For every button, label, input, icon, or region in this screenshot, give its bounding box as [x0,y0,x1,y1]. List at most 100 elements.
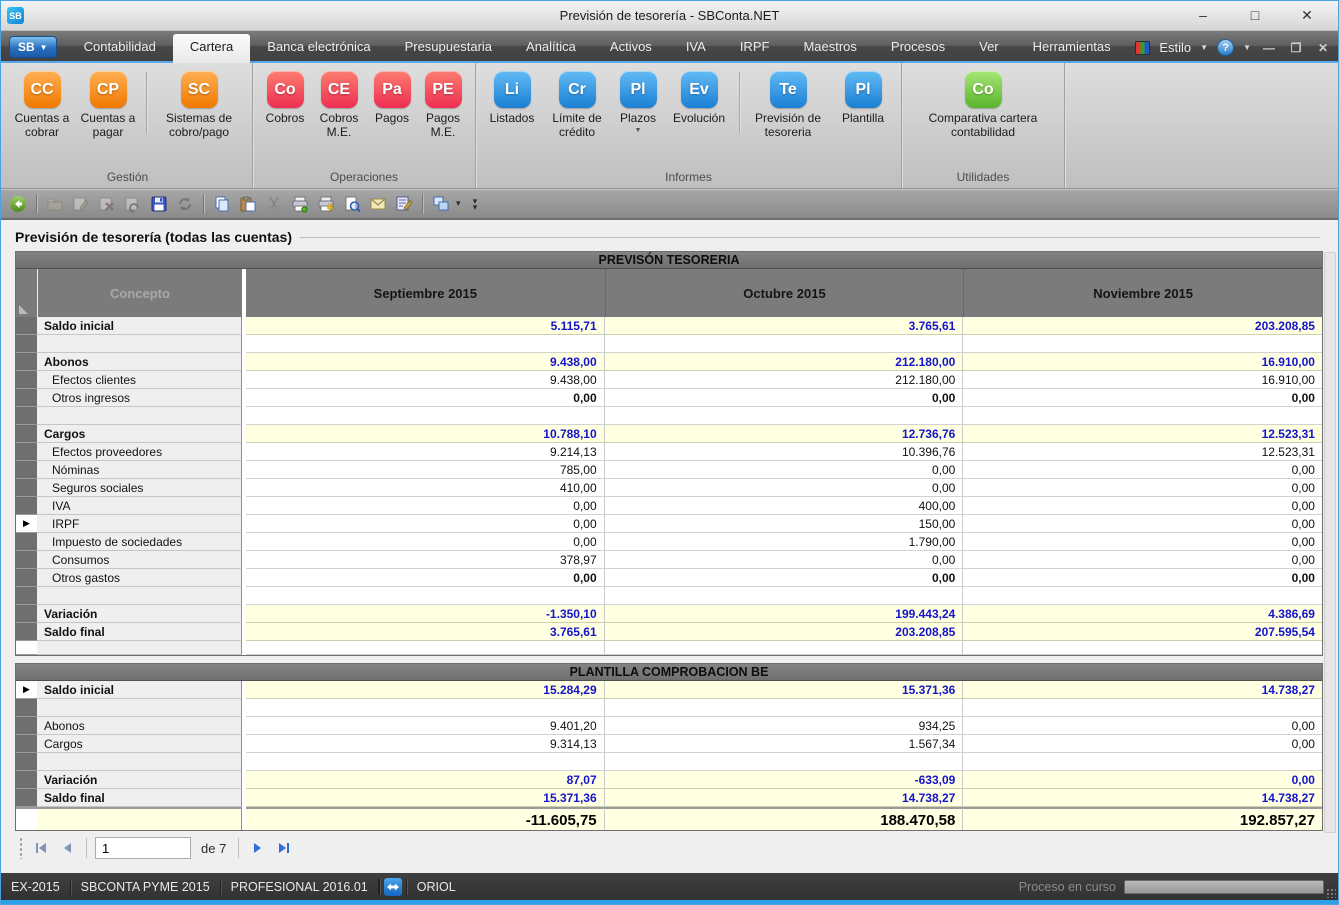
row-selector[interactable] [16,497,38,515]
save-icon[interactable] [148,193,170,215]
current-row-indicator[interactable]: ▶ [16,515,38,533]
value-cell: 410,00 [246,479,605,497]
ribbon-button-evoluci-n[interactable]: EvEvolución [664,69,734,127]
row-selector[interactable] [16,587,38,605]
tab-presupuestaria[interactable]: Presupuestaria [388,34,509,61]
ribbon-button-plazos[interactable]: PlPlazos▼ [612,69,664,136]
window-accent-strip [1,900,1338,904]
pe-ribbon-icon: PE [425,71,462,108]
current-row-indicator[interactable]: ▶ [16,681,38,699]
ribbon-button-cuentas-a-cobrar[interactable]: CCCuentas a cobrar [9,69,75,141]
divider [146,72,147,134]
help-icon[interactable]: ? [1217,39,1234,56]
estilo-menu[interactable]: Estilo [1159,40,1191,55]
row-selector[interactable] [16,605,38,623]
row-selector[interactable] [16,407,38,425]
print-direct-icon[interactable] [315,193,337,215]
ribbon-button-label: Pagos [375,111,409,125]
tab-activos[interactable]: Activos [593,34,669,61]
mdi-restore-button[interactable]: ❐ [1287,41,1305,55]
tab-herramientas[interactable]: Herramientas [1016,34,1128,61]
resize-grip[interactable] [1326,888,1336,898]
print-icon[interactable] [289,193,311,215]
ribbon-button-sistemas-de-cobro-pago[interactable]: SCSistemas de cobro/pago [152,69,246,141]
tab-cartera[interactable]: Cartera [173,34,250,63]
row-selector[interactable] [16,569,38,587]
ribbon-group-informes: LiListadosCrLímite de créditoPlPlazos▼Ev… [476,63,902,188]
row-selector[interactable] [16,533,38,551]
value-cell: 9.401,20 [246,717,605,735]
close-button[interactable]: ✕ [1294,7,1320,24]
cc-ribbon-icon: CC [24,71,61,108]
tab-irpf[interactable]: IRPF [723,34,787,61]
row-selector[interactable] [16,789,38,807]
tab-procesos[interactable]: Procesos [874,34,962,61]
back-icon[interactable] [7,193,29,215]
pager-bar: de 7 [15,831,1324,865]
forecast-table-title: PREVISÓN TESORERIA [16,252,1322,269]
toolbar-options-icon[interactable]: ▾▾ [464,193,486,215]
tab-ver[interactable]: Ver [962,34,1016,61]
row-selector[interactable] [16,771,38,789]
row-selector[interactable] [16,317,38,335]
pl-ribbon-icon: Pl [845,71,882,108]
row-selector[interactable] [16,335,38,353]
row-label: Efectos clientes [38,371,242,389]
ribbon-button-cobros-m-e-[interactable]: CECobros M.E. [311,69,367,141]
ribbon-button-pagos-m-e-[interactable]: PEPagos M.E. [417,69,469,141]
drag-handle[interactable] [19,837,24,859]
tab-analítica[interactable]: Analítica [509,34,593,61]
row-selector[interactable] [16,623,38,641]
copy-icon[interactable] [211,193,233,215]
ribbon-button-pagos[interactable]: PaPagos [367,69,417,127]
tab-maestros[interactable]: Maestros [786,34,873,61]
chevron-down-icon[interactable]: ▼ [1243,43,1251,52]
co-ribbon-icon: Co [267,71,304,108]
row-selector[interactable] [16,735,38,753]
ev-ribbon-icon: Ev [681,71,718,108]
row-selector[interactable] [16,371,38,389]
row-selector[interactable] [16,551,38,569]
tab-iva[interactable]: IVA [669,34,723,61]
email-icon[interactable] [367,193,389,215]
ribbon-button-previsi-n-de-tesoreria[interactable]: TePrevisión de tesoreria [745,69,831,141]
vertical-scrollbar[interactable] [1324,252,1336,833]
row-selector[interactable] [16,753,38,771]
maximize-button[interactable]: □ [1242,7,1268,24]
ribbon-button-listados[interactable]: LiListados [482,69,542,127]
select-all-corner[interactable] [16,269,38,317]
ribbon-button-plantilla[interactable]: PlPlantilla [831,69,895,127]
mdi-close-button[interactable]: ✕ [1314,41,1332,55]
print-preview-icon[interactable] [341,193,363,215]
next-page-icon[interactable] [247,838,267,858]
ribbon-button-cuentas-a-pagar[interactable]: CPCuentas a pagar [75,69,141,141]
ribbon-button-comparativa-cartera-contabilidad[interactable]: CoComparativa cartera contabilidad [908,69,1058,141]
row-selector[interactable] [16,641,38,655]
style-palette-icon[interactable] [1135,41,1150,55]
row-selector[interactable] [16,717,38,735]
sb-menu-button[interactable]: SB ▼ [9,36,57,58]
row-selector[interactable] [16,425,38,443]
tab-contabilidad[interactable]: Contabilidad [67,34,173,61]
mdi-minimize-button[interactable]: — [1260,41,1278,55]
ribbon-button-l-mite-de-cr-dito[interactable]: CrLímite de crédito [542,69,612,141]
page-number-input[interactable] [95,837,191,859]
tab-banca-electrónica[interactable]: Banca electrónica [250,34,387,61]
row-selector[interactable] [16,443,38,461]
chevron-down-icon[interactable]: ▼ [1200,43,1208,52]
report-design-icon[interactable] [393,193,415,215]
paste-icon[interactable] [237,193,259,215]
previous-page-icon[interactable] [58,838,78,858]
first-page-icon[interactable] [32,838,52,858]
row-selector[interactable] [16,699,38,717]
row-selector[interactable] [16,389,38,407]
ribbon-button-cobros[interactable]: CoCobros [259,69,311,127]
minimize-button[interactable]: – [1190,7,1216,24]
row-selector[interactable] [16,479,38,497]
row-selector[interactable] [16,807,38,830]
row-selector[interactable] [16,353,38,371]
new-window-icon[interactable] [430,193,452,215]
last-page-icon[interactable] [273,838,293,858]
row-selector[interactable] [16,461,38,479]
chevron-down-icon[interactable]: ▾ [456,198,460,209]
